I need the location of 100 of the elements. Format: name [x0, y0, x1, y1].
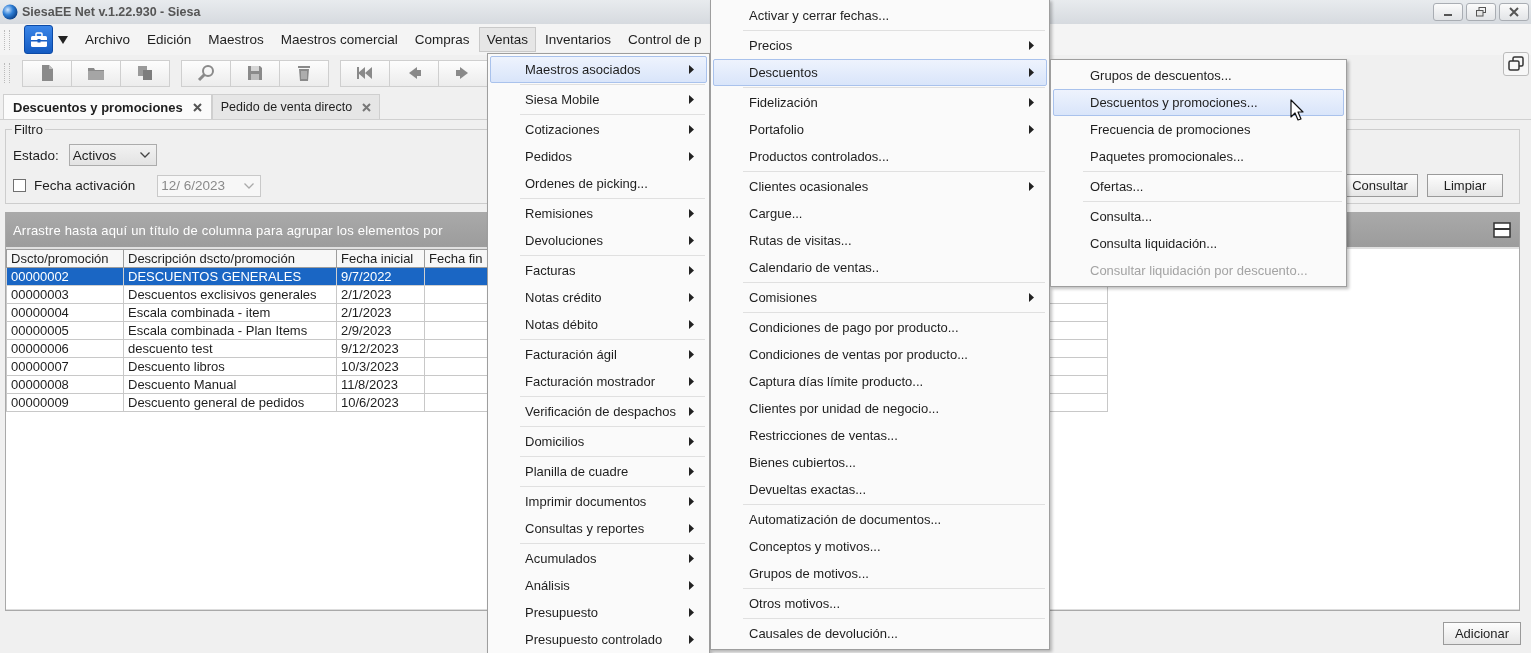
- menu-item[interactable]: Clientes por unidad de negocio...: [713, 395, 1047, 422]
- menu-item[interactable]: Siesa Mobile: [490, 86, 707, 113]
- table-cell: 11/8/2023: [336, 375, 425, 394]
- app-menu-button[interactable]: [24, 25, 53, 54]
- toolbar-button[interactable]: [22, 59, 72, 87]
- table-cell: Descuento libros: [123, 357, 337, 376]
- menu-item[interactable]: Análisis: [490, 572, 707, 599]
- checkbox-label: Fecha activación: [34, 178, 136, 193]
- menu-bar-item[interactable]: Inventarios: [536, 27, 619, 52]
- menu-item[interactable]: Conceptos y motivos...: [713, 533, 1047, 560]
- tab-label: Descuentos y promociones: [13, 99, 183, 115]
- close-icon: [192, 102, 202, 112]
- menu-item[interactable]: Devueltas exactas...: [713, 476, 1047, 503]
- column-header[interactable]: Dscto/promoción: [6, 249, 124, 268]
- menu-bar-item[interactable]: Archivo: [77, 27, 138, 52]
- group-title: Filtro: [12, 122, 45, 137]
- menu-bar-item[interactable]: Maestros comercial: [272, 27, 406, 52]
- menu-bar-item[interactable]: Control de p: [619, 27, 710, 52]
- menu-item[interactable]: Cargue...: [713, 200, 1047, 227]
- menu-item[interactable]: Planilla de cuadre: [490, 458, 707, 485]
- menu-item[interactable]: Facturación ágil: [490, 341, 707, 368]
- menu-item[interactable]: Calendario de ventas..: [713, 254, 1047, 281]
- column-header[interactable]: Fecha inicial: [336, 249, 425, 268]
- menu-item[interactable]: Restricciones de ventas...: [713, 422, 1047, 449]
- toolbar-button[interactable]: [230, 59, 280, 87]
- menu-item[interactable]: Grupos de descuentos...: [1053, 62, 1344, 89]
- table-cell: 10/3/2023: [336, 357, 425, 376]
- checkbox[interactable]: [13, 179, 26, 192]
- field-label: Estado:: [13, 147, 59, 163]
- group-by-hint: Arrastre hasta aquí un título de columna para agrupar los elementos por: [13, 222, 443, 238]
- menu-item[interactable]: Paquetes promocionales...: [1053, 143, 1344, 170]
- toolbar-button[interactable]: [71, 59, 121, 87]
- menu-item[interactable]: Precios: [713, 32, 1047, 59]
- restore-button[interactable]: [1466, 3, 1496, 21]
- tab[interactable]: Pedido de venta directo: [211, 94, 381, 119]
- tab[interactable]: Descuentos y promociones: [3, 94, 212, 119]
- restore-window-button[interactable]: [1503, 52, 1529, 76]
- menu-item[interactable]: Grupos de motivos...: [713, 560, 1047, 587]
- menu-item[interactable]: Domicilios: [490, 428, 707, 455]
- table-cell: 00000009: [6, 393, 124, 412]
- table-cell: Escala combinada - Plan Items: [123, 321, 337, 340]
- menu-item[interactable]: Remisiones: [490, 200, 707, 227]
- menu-item[interactable]: Fidelización: [713, 89, 1047, 116]
- menu-item[interactable]: Otros motivos...: [713, 590, 1047, 617]
- menu-item[interactable]: Verificación de despachos: [490, 398, 707, 425]
- close-button[interactable]: [1499, 3, 1529, 21]
- menu-item[interactable]: Presupuesto controlado: [490, 626, 707, 653]
- table-cell: 00000006: [6, 339, 124, 358]
- menu-item[interactable]: Productos controlados...: [713, 143, 1047, 170]
- menu-item[interactable]: Devoluciones: [490, 227, 707, 254]
- menu-bar-item[interactable]: Compras: [406, 27, 478, 52]
- close-tab-button[interactable]: [362, 102, 372, 112]
- menu-item[interactable]: Descuentos y promociones...: [1053, 89, 1344, 116]
- close-tab-button[interactable]: [192, 102, 202, 112]
- state-dropdown[interactable]: Activos: [68, 144, 157, 166]
- minimize-button[interactable]: [1433, 3, 1463, 21]
- menu-item[interactable]: Causales de devolución...: [713, 620, 1047, 647]
- menu-item[interactable]: Ordenes de picking...: [490, 170, 707, 197]
- menu-item[interactable]: Acumulados: [490, 545, 707, 572]
- menu-item[interactable]: Facturas: [490, 257, 707, 284]
- table-cell: 9/12/2023: [336, 339, 425, 358]
- menu-item[interactable]: Consulta...: [1053, 203, 1344, 230]
- menu-item[interactable]: Imprimir documentos: [490, 488, 707, 515]
- table-cell: 00000003: [6, 285, 124, 304]
- menu-item[interactable]: Maestros asociados: [490, 56, 707, 83]
- column-header[interactable]: Descripción dscto/promoción: [123, 249, 337, 268]
- table-cell: 00000008: [6, 375, 124, 394]
- menu-item[interactable]: Frecuencia de promociones: [1053, 116, 1344, 143]
- globe-icon: [2, 4, 18, 20]
- menu-item[interactable]: Portafolio: [713, 116, 1047, 143]
- window-title: SiesaEE Net v.1.22.930 - Siesa: [22, 5, 201, 19]
- toolbar-button[interactable]: [181, 59, 231, 87]
- menu-item[interactable]: Bienes cubiertos...: [713, 449, 1047, 476]
- toolbar-button[interactable]: [438, 59, 488, 87]
- menu-bar-item[interactable]: Edición: [139, 27, 200, 52]
- menu-item[interactable]: Consultas y reportes: [490, 515, 707, 542]
- toolbar-button[interactable]: [279, 59, 329, 87]
- toolbar-button[interactable]: [389, 59, 439, 87]
- menu-item[interactable]: Automatización de documentos...: [713, 506, 1047, 533]
- menu-item[interactable]: Rutas de visitas...: [713, 227, 1047, 254]
- toolbar-button[interactable]: [120, 59, 170, 87]
- menu-item[interactable]: Ofertas...: [1053, 173, 1344, 200]
- menu-item[interactable]: Presupuesto: [490, 599, 707, 626]
- menu-item[interactable]: Facturación mostrador: [490, 368, 707, 395]
- button[interactable]: Limpiar: [1427, 174, 1503, 197]
- menu-item[interactable]: Captura días límite producto...: [713, 368, 1047, 395]
- menu-bar-item[interactable]: Maestros: [200, 27, 272, 52]
- menu-item[interactable]: Activar y cerrar fechas...: [713, 2, 1047, 29]
- menu-item[interactable]: Clientes ocasionales: [713, 173, 1047, 200]
- menu-bar-item[interactable]: Ventas: [478, 27, 536, 52]
- table-cell: 00000007: [6, 357, 124, 376]
- menu-item[interactable]: Condiciones de ventas por producto...: [713, 341, 1047, 368]
- toolbar-button[interactable]: [340, 59, 390, 87]
- menu-item[interactable]: Consulta liquidación...: [1053, 230, 1344, 257]
- table-cell: descuento test: [123, 339, 337, 358]
- button[interactable]: Adicionar: [1443, 622, 1521, 645]
- menu-item[interactable]: Cotizaciones: [490, 116, 707, 143]
- chevron-down-icon: [139, 152, 150, 158]
- menu-item[interactable]: Pedidos: [490, 143, 707, 170]
- menu-item[interactable]: Descuentos: [713, 59, 1047, 86]
